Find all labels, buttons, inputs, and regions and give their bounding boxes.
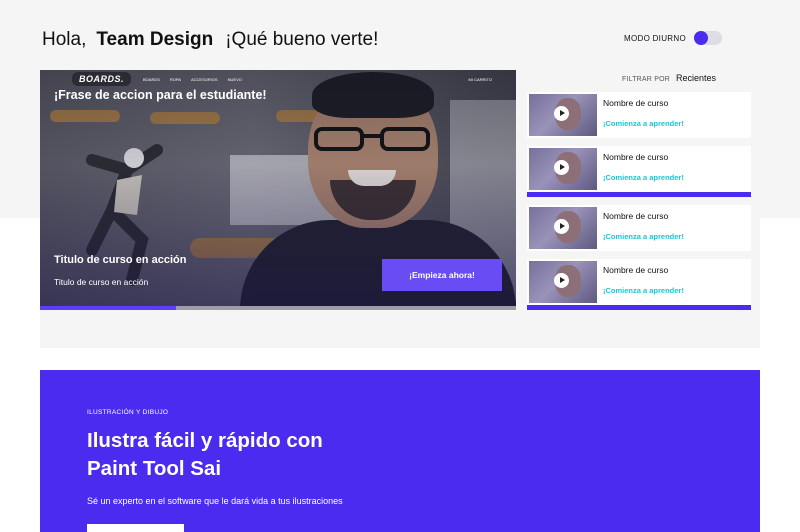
day-mode-label: MODO DIURNO bbox=[624, 33, 686, 43]
hero-progress-bar bbox=[40, 306, 516, 310]
hero-nav-link: ROPA bbox=[169, 76, 181, 82]
course-name: Nombre de curso bbox=[603, 211, 669, 221]
course-card[interactable]: Nombre de curso ¡Comienza a aprender! bbox=[527, 92, 751, 138]
play-icon[interactable] bbox=[554, 273, 569, 288]
hero-course-subtitle: Titulo de curso en acción bbox=[54, 277, 149, 287]
hero-nav-link: BOARDS bbox=[143, 76, 160, 82]
hero-progress-fill bbox=[40, 306, 176, 310]
hero-nav-link: NUEVO bbox=[227, 76, 242, 82]
day-mode-toggle-group: MODO DIURNO bbox=[624, 31, 722, 45]
course-card[interactable]: Nombre de curso ¡Comienza a aprender! bbox=[527, 259, 751, 310]
play-icon[interactable] bbox=[554, 219, 569, 234]
course-name: Nombre de curso bbox=[603, 265, 669, 275]
course-name: Nombre de curso bbox=[603, 152, 669, 162]
filter-label: FILTRAR POR bbox=[622, 76, 670, 83]
play-icon[interactable] bbox=[554, 106, 569, 121]
course-card[interactable]: Nombre de curso ¡Comienza a aprender! bbox=[527, 205, 751, 251]
hero-course-title: Titulo de curso en acción bbox=[54, 254, 187, 266]
greeting: Hola, Team Design ¡Qué bueno verte! bbox=[42, 29, 378, 51]
promo-headline: Ilustra fácil y rápido con Paint Tool Sa… bbox=[87, 427, 407, 483]
welcome-text: ¡Qué bueno verte! bbox=[225, 29, 379, 50]
day-mode-toggle[interactable] bbox=[693, 31, 722, 45]
hero-site-nav: BOARDS. BOARDS ROPA ACCESORIOS NUEVO MI … bbox=[72, 72, 492, 86]
promo-category: ILUSTRACIÓN Y DIBUJO bbox=[87, 409, 169, 416]
start-now-button[interactable]: ¡Empieza ahora! bbox=[382, 259, 502, 291]
play-icon[interactable] bbox=[554, 160, 569, 175]
promo-banner: ILUSTRACIÓN Y DIBUJO Ilustra fácil y ráp… bbox=[40, 370, 760, 532]
hero-phrase: ¡Frase de accion para el estudiante! bbox=[54, 88, 267, 102]
promo-headline-line: Ilustra fácil y rápido con bbox=[87, 429, 323, 452]
course-card[interactable]: Nombre de curso ¡Comienza a aprender! bbox=[527, 146, 751, 197]
promo-headline-line: Paint Tool Sai bbox=[87, 457, 222, 480]
start-learning-link[interactable]: ¡Comienza a aprender! bbox=[603, 286, 684, 295]
hero-banner[interactable]: BOARDS. BOARDS ROPA ACCESORIOS NUEVO MI … bbox=[40, 70, 516, 306]
start-learning-link[interactable]: ¡Comienza a aprender! bbox=[603, 232, 684, 241]
user-name: Team Design bbox=[96, 29, 214, 50]
filter[interactable]: FILTRAR POR Recientes bbox=[622, 73, 716, 83]
filter-value[interactable]: Recientes bbox=[676, 73, 716, 83]
boards-logo: BOARDS. bbox=[72, 72, 132, 86]
toggle-knob bbox=[693, 31, 708, 45]
course-name: Nombre de curso bbox=[603, 98, 669, 108]
hero-cart-label: MI CARRITO bbox=[468, 76, 492, 82]
hero-bottom-background bbox=[40, 310, 516, 348]
promo-button[interactable] bbox=[87, 524, 184, 532]
greeting-hello: Hola, bbox=[42, 29, 87, 50]
start-learning-link[interactable]: ¡Comienza a aprender! bbox=[603, 119, 684, 128]
start-learning-link[interactable]: ¡Comienza a aprender! bbox=[603, 173, 684, 182]
hero-nav-links: BOARDS ROPA ACCESORIOS NUEVO bbox=[143, 77, 242, 82]
promo-description: Sé un experto en el software que le dará… bbox=[87, 496, 343, 506]
hero-nav-link: ACCESORIOS bbox=[190, 76, 218, 82]
